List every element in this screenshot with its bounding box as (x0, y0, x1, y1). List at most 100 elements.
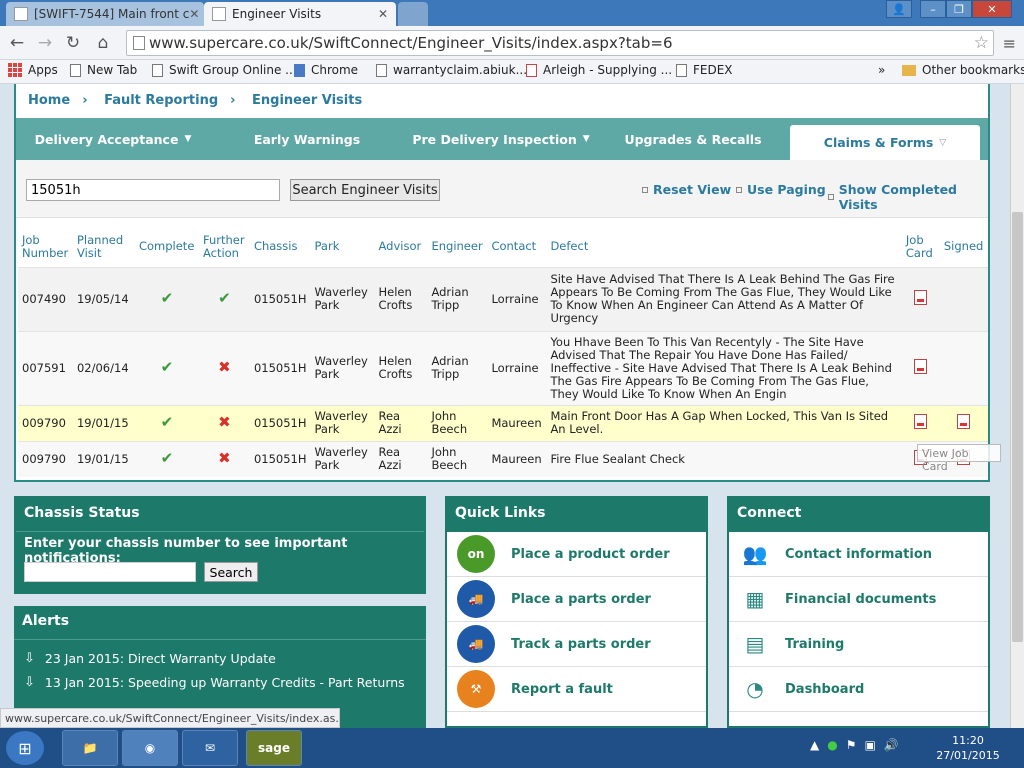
search-engineer-visits-button[interactable]: Search Engineer Visits (290, 179, 440, 201)
menu-icon[interactable]: ≡ (1003, 34, 1016, 53)
cross-icon: ✖ (218, 449, 231, 468)
browser-tab-swift[interactable]: [SWIFT-7544] Main front c ✕ (6, 2, 204, 26)
address-bar[interactable]: www.supercare.co.uk/SwiftConnect/Enginee… (126, 30, 994, 56)
cell-advisor: Helen Crofts (374, 266, 428, 331)
bookmark-new-tab[interactable]: New Tab (70, 63, 137, 77)
vertical-scrollbar[interactable] (1010, 84, 1024, 728)
new-tab-button[interactable] (398, 2, 428, 26)
bookmark-arleigh[interactable]: Arleigh - Supplying ... (526, 63, 672, 77)
download-arrow-icon: ⇩ (24, 675, 35, 690)
quick-link-item[interactable]: 🚚 Place a parts order (447, 577, 706, 622)
close-tab-icon[interactable]: ✕ (189, 7, 199, 21)
use-paging-link[interactable]: Use Paging (736, 182, 826, 197)
table-row[interactable]: 009790 19/01/15 ✔ ✖ 015051H Waverley Park Rea … (18, 404, 988, 441)
tab-upgrades-recalls[interactable]: Upgrades & Recalls (598, 118, 788, 160)
chassis-search-button[interactable]: Search (204, 562, 258, 582)
tab-early-warnings[interactable]: Early Warnings (210, 118, 404, 160)
sage-icon[interactable]: sage (246, 730, 302, 766)
col-chassis[interactable]: Chassis (250, 227, 311, 267)
download-arrow-icon: ⇩ (24, 651, 35, 666)
folder-icon (902, 64, 916, 76)
status-dot-icon[interactable]: ● (827, 738, 837, 752)
bookmark-star-icon[interactable]: ☆ (974, 31, 989, 55)
col-contact[interactable]: Contact (487, 227, 546, 267)
bookmark-fedex[interactable]: FEDEX (676, 63, 733, 77)
other-bookmarks[interactable]: Other bookmarks (902, 63, 1024, 77)
col-advisor[interactable]: Advisor (374, 227, 427, 267)
cell-park: Waverley Park (310, 440, 375, 477)
tab-label: Pre Delivery Inspection (412, 131, 577, 147)
bookmark-label: Apps (28, 63, 58, 77)
quick-link-item[interactable]: on Place a product order (447, 532, 706, 577)
job-card-pdf-icon[interactable] (914, 290, 928, 305)
quick-link-item[interactable]: 🚚 Track a parts order (447, 622, 706, 667)
scrollbar-thumb[interactable] (1012, 212, 1023, 642)
connect-item[interactable]: ◔ Dashboard (729, 667, 988, 712)
table-row[interactable]: 007591 02/06/14 ✔ ✖ 015051H Waverley Park Hele… (18, 330, 988, 405)
chrome-taskbar-icon[interactable]: ◉ (122, 730, 178, 766)
connect-item[interactable]: 👥 Contact information (729, 532, 988, 577)
col-job-number[interactable]: Job Number (18, 227, 73, 267)
bookmarks-overflow-icon[interactable]: » (878, 63, 885, 77)
tab-claims-forms[interactable]: Claims & Forms ▽ (790, 125, 980, 160)
windows-start-icon[interactable]: ⊞ (6, 731, 44, 765)
col-complete[interactable]: Complete (135, 227, 199, 267)
signed-pdf-icon[interactable] (957, 414, 971, 429)
bookmark-chrome[interactable]: Chrome (294, 63, 358, 77)
page-icon (152, 63, 163, 77)
breadcrumb-fault-reporting[interactable]: Fault Reporting (104, 93, 218, 108)
breadcrumb-home[interactable]: Home (28, 93, 70, 108)
col-defect[interactable]: Defect (546, 227, 901, 267)
bookmark-warrantyclaim[interactable]: warrantyclaim.abiuk... (376, 63, 527, 77)
browser-tab-engineer-visits[interactable]: Engineer Visits ✕ (204, 2, 396, 26)
flag-icon[interactable]: ⚑ (846, 738, 857, 752)
maximize-icon[interactable]: ❐ (946, 0, 972, 18)
bookmark-swift-group[interactable]: Swift Group Online ... (152, 63, 297, 77)
alert-item[interactable]: ⇩ 23 Jan 2015: Direct Warranty Update (24, 651, 276, 666)
forward-icon[interactable]: → (34, 32, 56, 54)
breadcrumb: Home › Fault Reporting › Engineer Visits (28, 93, 374, 108)
outlook-icon[interactable]: ✉ (182, 730, 238, 766)
close-tab-icon[interactable]: ✕ (378, 7, 388, 21)
tray-expand-icon[interactable]: ▲ (810, 738, 819, 752)
table-row[interactable]: 009790 19/01/15 ✔ ✖ 015051H Waverley Park Rea … (18, 440, 988, 477)
tab-pre-delivery-inspection[interactable]: Pre Delivery Inspection ▼ (404, 118, 598, 160)
table-row[interactable]: 007490 19/05/14 ✔ ✔ 015051H Waverley Park Hele… (18, 266, 988, 331)
network-icon[interactable]: ▣ (864, 738, 875, 752)
reset-view-link[interactable]: Reset View (642, 182, 731, 197)
cell-job-card (901, 330, 940, 405)
reload-icon[interactable]: ↻ (62, 32, 84, 54)
cell-signed (939, 330, 988, 405)
minimize-icon[interactable]: – (920, 0, 946, 18)
window-close-icon[interactable]: ✕ (972, 0, 1012, 18)
alert-item[interactable]: ⇩ 13 Jan 2015: Speeding up Warranty Credi… (24, 675, 405, 690)
arleigh-icon (526, 63, 537, 77)
col-engineer[interactable]: Engineer (427, 227, 487, 267)
cell-advisor: Helen Crofts (374, 330, 428, 405)
col-park[interactable]: Park (311, 227, 375, 267)
tab-delivery-acceptance[interactable]: Delivery Acceptance ▼ (16, 118, 210, 160)
home-icon[interactable]: ⌂ (92, 32, 114, 54)
engineer-visits-search-input[interactable] (26, 179, 280, 201)
volume-icon[interactable]: 🔊 (884, 738, 899, 752)
cell-job-number: 009790 (18, 404, 73, 441)
taskbar-clock[interactable]: 11:20 27/01/2015 (920, 733, 1016, 763)
quick-link-item[interactable]: ⚒ Report a fault (447, 667, 706, 712)
breadcrumb-engineer-visits[interactable]: Engineer Visits (252, 93, 362, 108)
connect-item[interactable]: ▤ Training (729, 622, 988, 667)
user-icon[interactable]: 👤 (886, 0, 912, 18)
quick-link-label: Track a parts order (511, 636, 651, 652)
col-further-action[interactable]: Further Action (199, 227, 250, 267)
file-explorer-icon[interactable]: 📁 (62, 730, 118, 766)
col-planned-visit[interactable]: Planned Visit (73, 227, 135, 267)
job-card-pdf-icon[interactable] (914, 414, 928, 429)
chassis-number-input[interactable] (24, 562, 196, 582)
back-icon[interactable]: ← (6, 32, 28, 54)
connect-item[interactable]: ▦ Financial documents (729, 577, 988, 622)
show-completed-visits-link[interactable]: Show Completed Visits (828, 182, 988, 212)
job-card-pdf-icon[interactable] (914, 359, 928, 374)
bookmark-apps[interactable]: Apps (8, 63, 58, 77)
cell-planned-visit: 19/01/15 (72, 404, 135, 441)
truck-icon: 🚚 (457, 580, 495, 618)
cell-signed (939, 404, 988, 441)
